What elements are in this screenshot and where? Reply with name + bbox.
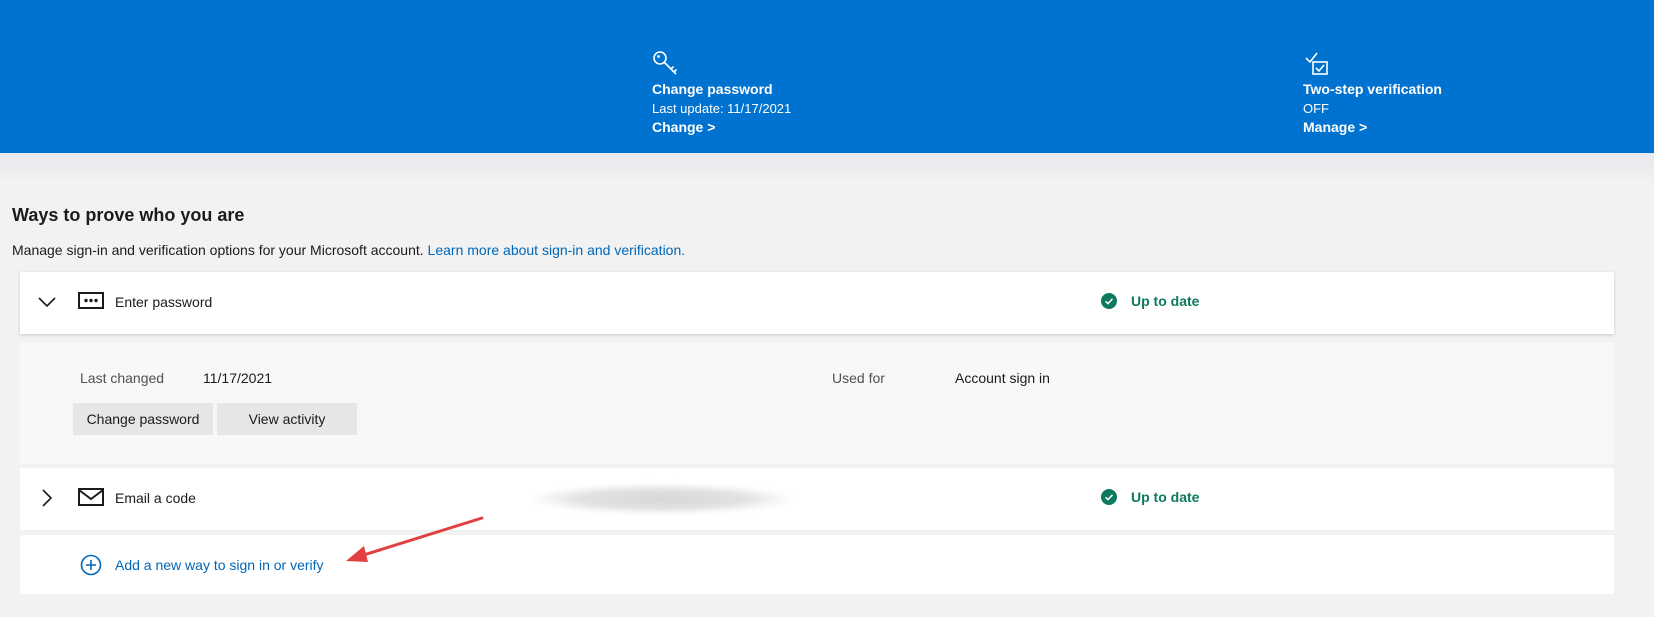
check-circle-icon [1101, 293, 1117, 309]
last-changed-value: 11/17/2021 [203, 370, 273, 386]
last-changed-label: Last changed [80, 370, 165, 386]
email-status-text: Up to date [1131, 489, 1200, 505]
section-description-text: Manage sign-in and verification options … [12, 242, 424, 258]
password-last-update: Last update: 11/17/2021 [652, 101, 792, 116]
password-status-text: Up to date [1131, 293, 1200, 309]
change-password-title: Change password [652, 81, 773, 97]
chevron-right-icon[interactable] [37, 488, 57, 508]
security-banner: Change password Last update: 11/17/2021 … [0, 0, 1654, 153]
annotation-arrow-icon [346, 516, 484, 562]
two-step-title: Two-step verification [1303, 81, 1442, 97]
manage-two-step-link[interactable]: Manage > [1303, 118, 1442, 137]
used-for-value: Account sign in [955, 370, 1050, 386]
password-status: Up to date [1101, 293, 1199, 309]
check-circle-icon [1101, 489, 1117, 505]
two-step-card: Two-step verification OFF Manage > [1303, 50, 1442, 137]
method-label-password: Enter password [115, 294, 213, 310]
used-for-label: Used for [832, 370, 885, 386]
checklist-icon [1305, 52, 1328, 75]
add-method-link[interactable]: Add a new way to sign in or verify [115, 557, 324, 573]
section-description: Manage sign-in and verification options … [12, 242, 685, 258]
chevron-down-icon[interactable] [37, 292, 57, 312]
password-details-panel: Last changed 11/17/2021 Used for Account… [20, 342, 1614, 464]
change-password-link[interactable]: Change > [652, 118, 791, 137]
view-activity-button[interactable]: View activity [217, 403, 357, 435]
plus-circle-icon[interactable] [80, 554, 102, 576]
key-icon [653, 51, 678, 75]
banner-shadow [0, 153, 1654, 183]
method-row-password[interactable]: Enter password Up to date [20, 272, 1614, 334]
section-title: Ways to prove who you are [12, 205, 245, 225]
two-step-status: OFF [1303, 101, 1329, 116]
email-status: Up to date [1101, 489, 1199, 505]
method-row-email[interactable]: Email a code Up to date [20, 468, 1614, 530]
redacted-email [532, 484, 792, 514]
add-method-row[interactable]: Add a new way to sign in or verify [20, 535, 1614, 594]
change-password-button[interactable]: Change password [73, 403, 213, 435]
learn-more-link[interactable]: Learn more about sign-in and verificatio… [428, 242, 686, 258]
method-label-email: Email a code [115, 490, 196, 506]
password-dots-icon [78, 292, 104, 309]
envelope-icon [78, 488, 104, 506]
change-password-card: Change password Last update: 11/17/2021 … [652, 50, 791, 137]
